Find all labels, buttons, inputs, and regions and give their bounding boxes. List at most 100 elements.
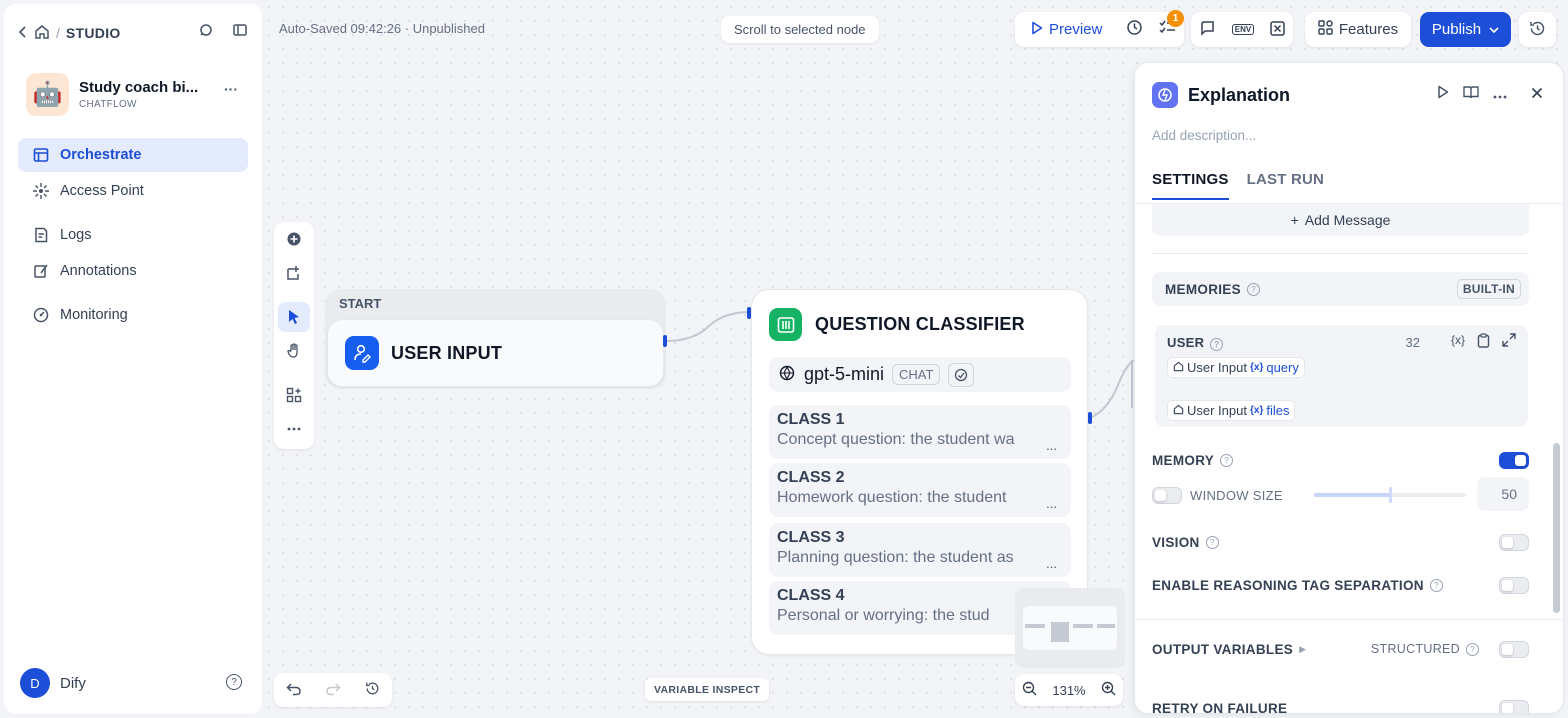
classifier-title: QUESTION CLASSIFIER [815,314,1025,334]
conversation-vars-icon[interactable] [1199,20,1216,40]
system-vars-icon[interactable] [1270,20,1285,39]
sidebar-item-access-point[interactable]: Access Point [18,174,248,208]
structured-output-toggle[interactable] [1499,640,1529,658]
run-node-icon[interactable] [1437,85,1449,102]
user-prompt-editor[interactable]: USER? 32 {x} User Input {x} query User I… [1155,325,1528,427]
add-node-icon[interactable] [278,224,310,254]
model-settings-icon[interactable] [948,362,975,387]
panel-title[interactable]: Explanation [1188,85,1290,106]
model-selector[interactable]: gpt-5-mini CHAT [769,357,1071,392]
memory-toggle[interactable] [1499,451,1529,469]
question-classifier-icon [769,308,802,341]
panel-scrollbar[interactable] [1553,443,1560,613]
env-vars-icon[interactable]: ENV [1231,24,1255,35]
description-input[interactable]: Add description... [1152,128,1256,143]
more-icon[interactable] [1493,86,1507,102]
window-size-input[interactable]: 50 [1477,477,1529,511]
run-history-icon[interactable] [1126,19,1143,40]
info-icon[interactable]: ? [1205,535,1219,549]
insert-variable-icon[interactable]: {x} [1451,333,1465,351]
collapse-sidebar-icon[interactable] [232,22,248,41]
organize-blocks-icon[interactable] [278,380,310,410]
tab-settings[interactable]: SETTINGS [1152,171,1229,200]
expand-icon[interactable] [1502,333,1516,351]
close-icon[interactable] [1531,86,1543,102]
memory-row: MEMORY ? [1152,447,1529,473]
sidebar-item-label: Logs [60,227,92,243]
class-more: ... [1046,556,1057,571]
variable-chip[interactable]: User Input {x} query [1167,357,1305,378]
features-icon [1318,20,1333,39]
pointer-mode-icon[interactable] [278,302,310,332]
breadcrumb: / STUDIO [18,22,121,44]
explore-icon[interactable] [198,22,214,41]
builtin-badge: BUILT-IN [1456,279,1521,299]
chevron-down-icon [1489,21,1499,38]
preview-button[interactable]: Preview [1049,21,1102,38]
vision-toggle[interactable] [1499,533,1529,551]
app-more-icon[interactable]: ··· [224,81,238,97]
zoom-in-icon[interactable] [1101,681,1116,699]
features-button[interactable]: Features [1305,12,1411,47]
back-chevron-icon[interactable] [18,25,28,41]
start-output-handle[interactable] [663,335,667,347]
version-history-button[interactable] [1519,12,1556,47]
copy-icon[interactable] [1477,333,1490,351]
redo-icon[interactable] [325,682,342,699]
scroll-to-selected-button[interactable]: Scroll to selected node [721,16,879,43]
breadcrumb-studio[interactable]: STUDIO [66,25,121,41]
help-icon[interactable]: ? [226,674,242,690]
minimap[interactable] [1015,588,1125,668]
zoom-out-icon[interactable] [1022,681,1037,699]
output-variables-row[interactable]: OUTPUT VARIABLES ▶ STRUCTURED? [1152,636,1529,662]
class-item[interactable]: CLASS 1 Concept question: the student wa… [769,405,1071,459]
class-description: Personal or worrying: the stud [777,607,990,624]
checklist-badge: 1 [1167,10,1184,27]
retry-toggle[interactable] [1499,699,1529,713]
start-node[interactable]: START USER INPUT [325,289,666,389]
publish-button[interactable]: Publish [1420,12,1511,47]
info-icon[interactable]: ? [1220,453,1234,467]
class-1-output-handle[interactable] [1088,412,1092,424]
home-icon [1173,360,1184,375]
zoom-level[interactable]: 131% [1052,683,1085,698]
home-icon[interactable] [34,24,50,43]
hand-mode-icon[interactable] [278,336,310,366]
window-size-slider[interactable] [1314,487,1466,503]
window-size-toggle[interactable] [1152,486,1182,504]
undo-icon[interactable] [286,682,302,699]
sidebar-item-monitoring[interactable]: Monitoring [18,298,248,332]
user-input-block[interactable]: USER INPUT [327,319,664,387]
sidebar-item-orchestrate[interactable]: Orchestrate [18,138,248,172]
add-message-button[interactable]: + Add Message [1152,204,1529,236]
info-icon[interactable]: ? [1466,642,1479,656]
memories-header: MEMORIES ? BUILT-IN [1152,272,1529,306]
info-icon[interactable]: ? [1210,338,1224,351]
add-note-icon[interactable] [278,258,310,288]
docs-icon[interactable] [1463,85,1479,102]
history-icon[interactable] [365,681,380,699]
sidebar-nav: Orchestrate Access Point Logs Annotation… [18,138,248,334]
slider-thumb[interactable] [1389,487,1392,503]
reasoning-toggle[interactable] [1499,576,1529,594]
sidebar-item-logs[interactable]: Logs [18,218,248,252]
class-item[interactable]: CLASS 2 Homework question: the student .… [769,463,1071,517]
class-item[interactable]: CLASS 3 Planning question: the student a… [769,523,1071,577]
more-icon[interactable] [278,414,310,444]
sidebar-item-label: Annotations [60,263,137,279]
user-name: Dify [60,674,86,692]
variable-node-name: User Input [1187,403,1247,418]
tab-last-run[interactable]: LAST RUN [1247,171,1324,200]
history-icon [1529,20,1546,40]
variable-inspect-button[interactable]: VARIABLE INSPECT [645,678,770,701]
variable-name: query [1266,360,1299,375]
account-row[interactable]: D Dify ? [20,668,246,698]
info-icon[interactable]: ? [1429,578,1443,592]
class-description: Concept question: the student wa [777,431,1015,448]
app-card[interactable]: 🤖 Study coach bi... CHATFLOW ··· [26,73,246,116]
variable-chip[interactable]: User Input {x} files [1167,400,1296,421]
info-icon[interactable]: ? [1246,282,1260,296]
node-settings-panel: Explanation Add description... SETTINGS … [1134,62,1564,714]
sidebar-item-annotations[interactable]: Annotations [18,254,248,288]
vision-row: VISION ? [1152,529,1529,555]
